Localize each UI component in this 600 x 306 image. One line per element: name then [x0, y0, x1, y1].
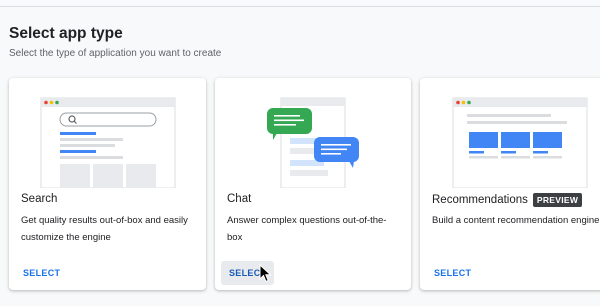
app-type-card-chat[interactable]: Chat Answer complex questions out-of-the… [215, 78, 411, 290]
card-title: Search [21, 193, 58, 205]
top-divider [0, 6, 600, 7]
search-app-illustration [40, 97, 176, 188]
select-search-button[interactable]: SELECT [15, 261, 68, 285]
app-type-card-recommendations[interactable]: Recommendations PREVIEW Build a content … [420, 78, 600, 290]
card-description: Build a content recommendation engine [432, 215, 600, 226]
preview-badge: PREVIEW [532, 193, 583, 207]
chat-app-illustration [267, 97, 359, 188]
mouse-pointer-icon [259, 264, 272, 283]
page-subtitle: Select the type of application you want … [9, 48, 222, 59]
card-description: Answer complex questions out-of-the-box [227, 215, 387, 243]
card-title: Chat [227, 193, 252, 205]
app-type-card-search[interactable]: Search Get quality results out-of-box an… [9, 78, 206, 290]
card-title: Recommendations PREVIEW [432, 193, 583, 207]
select-recommendations-button[interactable]: SELECT [426, 261, 479, 285]
card-description: Get quality results out-of-box and easil… [21, 215, 188, 243]
page-title: Select app type [9, 25, 123, 42]
recommendations-app-illustration [452, 97, 588, 188]
